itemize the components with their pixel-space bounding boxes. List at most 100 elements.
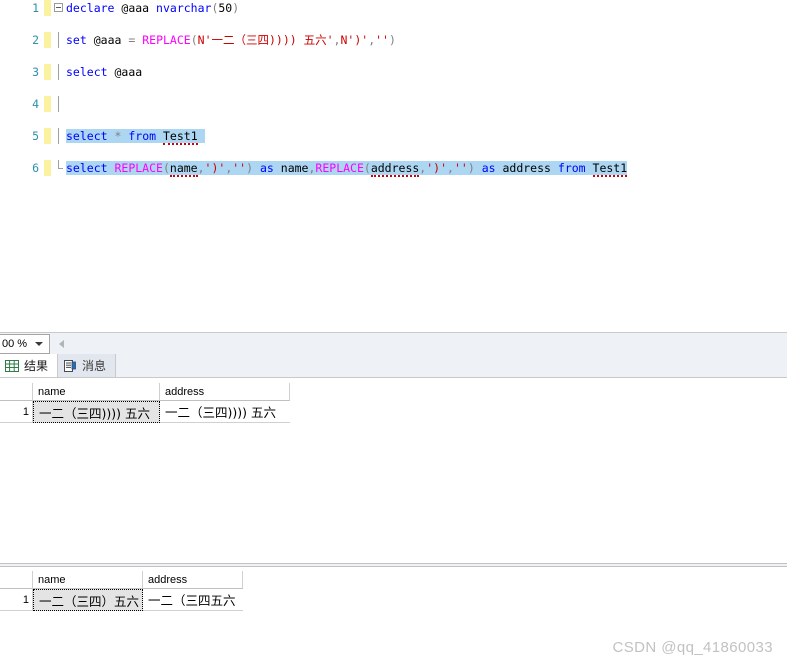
outline-guide <box>53 128 65 144</box>
var-aaa: @aaa <box>121 1 150 15</box>
type-nvarchar: nvarchar <box>156 1 212 15</box>
message-icon <box>64 359 76 372</box>
string-empty-literal: '' <box>375 33 389 47</box>
code-text: select @aaa <box>66 64 142 80</box>
paren-close: ) <box>232 1 240 15</box>
table-row[interactable]: 1 一二（三四）五六 一二（三四五六 <box>0 589 250 611</box>
code-line[interactable]: 5 select * from Test1 <box>0 128 787 145</box>
cell-address[interactable]: 一二（三四五六 <box>143 589 243 611</box>
tab-messages-label: 消息 <box>82 359 107 373</box>
chevron-down-icon[interactable] <box>35 341 43 346</box>
fn-replace: REPLACE <box>114 161 163 175</box>
kw-select: select <box>66 129 108 143</box>
tab-results[interactable]: 结果 <box>0 354 59 377</box>
line-number: 4 <box>32 97 39 111</box>
code-line[interactable]: 4 <box>0 96 787 112</box>
line-number: 1 <box>32 1 39 15</box>
code-line[interactable]: 6 select REPLACE(name,')','') as name,RE… <box>0 160 787 177</box>
grid-header-row: name address <box>0 571 250 589</box>
table-test1: Test1 <box>592 161 628 177</box>
scroll-left-button[interactable] <box>53 333 69 354</box>
row-header[interactable]: 1 <box>0 589 33 611</box>
code-line[interactable]: 2 set @aaa = REPLACE(N'一二（三四)))) 五六',N')… <box>0 32 787 48</box>
kw-as: as <box>481 161 496 175</box>
kw-select: select <box>66 161 108 175</box>
string-paren-literal: N')' <box>340 33 369 47</box>
code-text-selected: select * from Test1 <box>66 128 205 145</box>
outline-guide <box>53 160 65 176</box>
alias-address: address <box>502 161 551 175</box>
code-line[interactable]: 3 select @aaa <box>0 64 787 80</box>
line-number: 6 <box>32 161 39 175</box>
kw-select: select <box>66 65 108 79</box>
line-number: 3 <box>32 65 39 79</box>
code-line[interactable]: 1 declare @aaa nvarchar(50) <box>0 0 787 16</box>
num-50: 50 <box>218 1 233 15</box>
change-indicator-bar <box>44 96 51 112</box>
results-panel-divider[interactable] <box>0 563 787 567</box>
column-header-address[interactable]: address <box>143 571 243 589</box>
change-indicator-bar <box>44 32 51 48</box>
outline-guide <box>53 96 65 112</box>
kw-from: from <box>557 161 586 175</box>
paren-open: ( <box>363 161 371 175</box>
grid-icon <box>5 359 19 372</box>
string-literal-body: 一二（三四)))) 五六' <box>211 33 334 47</box>
column-name: name <box>169 161 198 177</box>
zoom-level-dropdown[interactable]: 00 % <box>0 333 50 354</box>
fn-replace: REPLACE <box>315 161 364 175</box>
code-text-selected: select REPLACE(name,')','') as name,REPL… <box>66 160 628 177</box>
tab-messages[interactable]: 消息 <box>58 354 117 377</box>
comma: , <box>447 161 454 175</box>
column-header-name[interactable]: name <box>33 383 160 401</box>
horizontal-scrollbar-track[interactable] <box>69 333 787 354</box>
zoom-level-value: 00 % <box>2 337 28 350</box>
row-header[interactable]: 1 <box>0 401 33 423</box>
table-test1: Test1 <box>163 129 198 145</box>
star-wildcard: * <box>114 129 122 143</box>
grid-corner-cell[interactable] <box>0 571 33 589</box>
line-number: 2 <box>32 33 39 47</box>
tab-results-label: 结果 <box>24 359 49 373</box>
change-indicator-bar <box>44 128 51 144</box>
results-tabstrip: 结果 消息 <box>0 354 787 378</box>
change-indicator-bar <box>44 160 51 176</box>
paren-open: ( <box>190 33 198 47</box>
results-grid-bottom[interactable]: name address 1 一二（三四）五六 一二（三四五六 <box>0 571 250 611</box>
var-aaa: @aaa <box>93 33 122 47</box>
change-indicator-bar <box>44 0 51 16</box>
string-n-prefix: N' <box>197 33 212 47</box>
cell-name[interactable]: 一二（三四）五六 <box>33 589 143 611</box>
outline-guide <box>53 64 65 80</box>
cell-address[interactable]: 一二（三四)))) 五六 <box>160 401 290 423</box>
results-grid-top[interactable]: name address 1 一二（三四)))) 五六 一二（三四)))) 五六 <box>0 383 300 423</box>
outline-collapse-column[interactable] <box>53 0 65 16</box>
kw-set: set <box>66 33 87 47</box>
literal-empty: '' <box>453 161 468 175</box>
sql-editor[interactable]: 1 declare @aaa nvarchar(50) 2 set @aaa =… <box>0 0 787 332</box>
grid-header-row: name address <box>0 383 300 401</box>
csdn-watermark: CSDN @qq_41860033 <box>612 639 773 656</box>
collapse-minus-icon[interactable] <box>54 3 63 12</box>
paren-close: ) <box>467 161 475 175</box>
change-indicator-bar <box>44 64 51 80</box>
code-text: set @aaa = REPLACE(N'一二（三四)))) 五六',N')',… <box>66 32 396 48</box>
column-header-address[interactable]: address <box>160 383 290 401</box>
paren-open: ( <box>162 161 170 175</box>
paren-close: ) <box>246 161 254 175</box>
kw-from: from <box>128 129 157 143</box>
alias-name: name <box>280 161 309 175</box>
cell-name[interactable]: 一二（三四)))) 五六 <box>33 401 160 423</box>
scroll-left-arrow-icon <box>58 339 64 348</box>
column-address: address <box>370 161 420 177</box>
grid-corner-cell[interactable] <box>0 383 33 401</box>
var-aaa: @aaa <box>114 65 143 79</box>
outline-guide <box>53 32 65 48</box>
literal-paren: ')' <box>426 161 448 175</box>
column-header-name[interactable]: name <box>33 571 143 589</box>
ssms-window: 1 declare @aaa nvarchar(50) 2 set @aaa =… <box>0 0 787 668</box>
fn-replace: REPLACE <box>142 33 191 47</box>
literal-empty: '' <box>232 161 247 175</box>
code-text: declare @aaa nvarchar(50) <box>66 0 239 16</box>
table-row[interactable]: 1 一二（三四)))) 五六 一二（三四)))) 五六 <box>0 401 300 423</box>
